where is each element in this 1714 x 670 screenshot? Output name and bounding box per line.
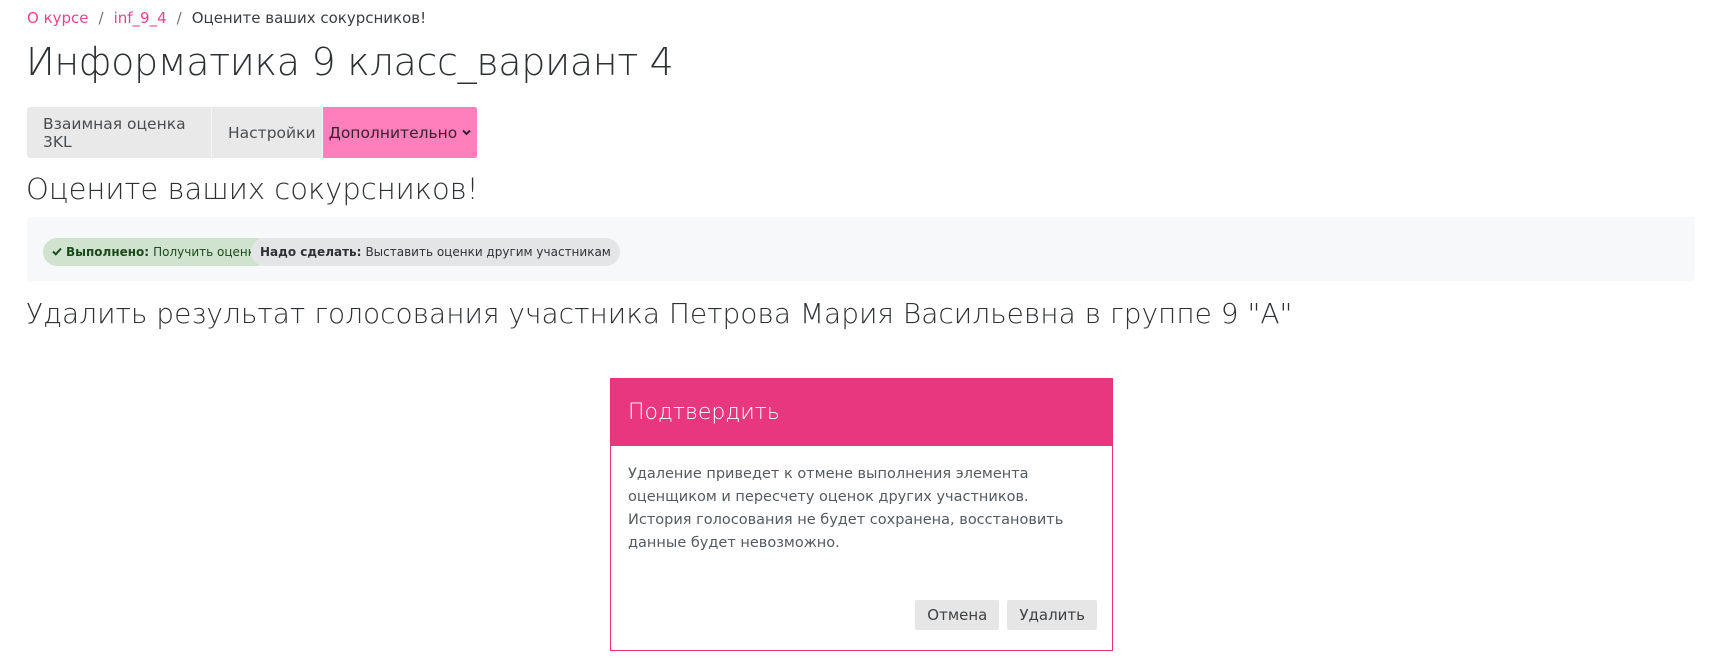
tab-more-dropdown[interactable]: Дополнительно (323, 107, 478, 158)
dialog-body: Удаление приведет к отмене выполнения эл… (611, 446, 1112, 555)
delete-vote-heading: Удалить результат голосования участника … (26, 297, 1293, 330)
breadcrumb-current: Оцените ваших сокурсников! (191, 9, 427, 27)
completion-done-text: Получить оценку (153, 245, 263, 259)
dialog-message-line1: Удаление приведет к отмене выполнения эл… (628, 466, 1029, 505)
completion-info: Выполнено: Получить оценку Надо сделать:… (27, 217, 1695, 281)
breadcrumb-link-inf[interactable]: inf_9_4 (114, 9, 167, 27)
confirm-dialog: Подтвердить Удаление приведет к отмене в… (610, 378, 1113, 651)
tab-settings[interactable]: Настройки (212, 107, 323, 158)
breadcrumb-link-course[interactable]: О курсе (27, 9, 89, 27)
tab-label: Дополнительно (328, 123, 458, 142)
completion-badge-done: Выполнено: Получить оценку (43, 238, 272, 266)
tab-peer-assessment[interactable]: Взаимная оценка 3KL (27, 107, 212, 158)
completion-todo-label: Надо сделать: (260, 245, 362, 259)
breadcrumb: О курсе / inf_9_4 / Оцените ваших сокурс… (27, 9, 426, 27)
check-icon (52, 245, 62, 259)
completion-badge-todo: Надо сделать: Выставить оценки другим уч… (251, 238, 620, 266)
secondary-navigation: Взаимная оценка 3KL Настройки Дополнител… (27, 107, 478, 158)
breadcrumb-separator: / (176, 9, 182, 27)
activity-title: Оцените ваших сокурсников! (26, 172, 479, 206)
dialog-header: Подтвердить (611, 379, 1112, 446)
dialog-message-line2: История голосования не будет сохранена, … (628, 512, 1064, 551)
cancel-button[interactable]: Отмена (915, 600, 1000, 630)
dialog-footer: Отмена Удалить (915, 600, 1097, 630)
chevron-down-icon (462, 126, 471, 139)
breadcrumb-separator: / (98, 9, 104, 27)
completion-done-label: Выполнено: (66, 245, 150, 259)
tab-label: Настройки (228, 123, 316, 142)
completion-todo-text: Выставить оценки другим участникам (365, 245, 611, 259)
dialog-title: Подтвердить (628, 400, 780, 425)
page-title: Информатика 9 класс_вариант 4 (26, 40, 674, 84)
delete-button[interactable]: Удалить (1007, 600, 1097, 630)
tab-label: Взаимная оценка 3KL (43, 114, 186, 151)
